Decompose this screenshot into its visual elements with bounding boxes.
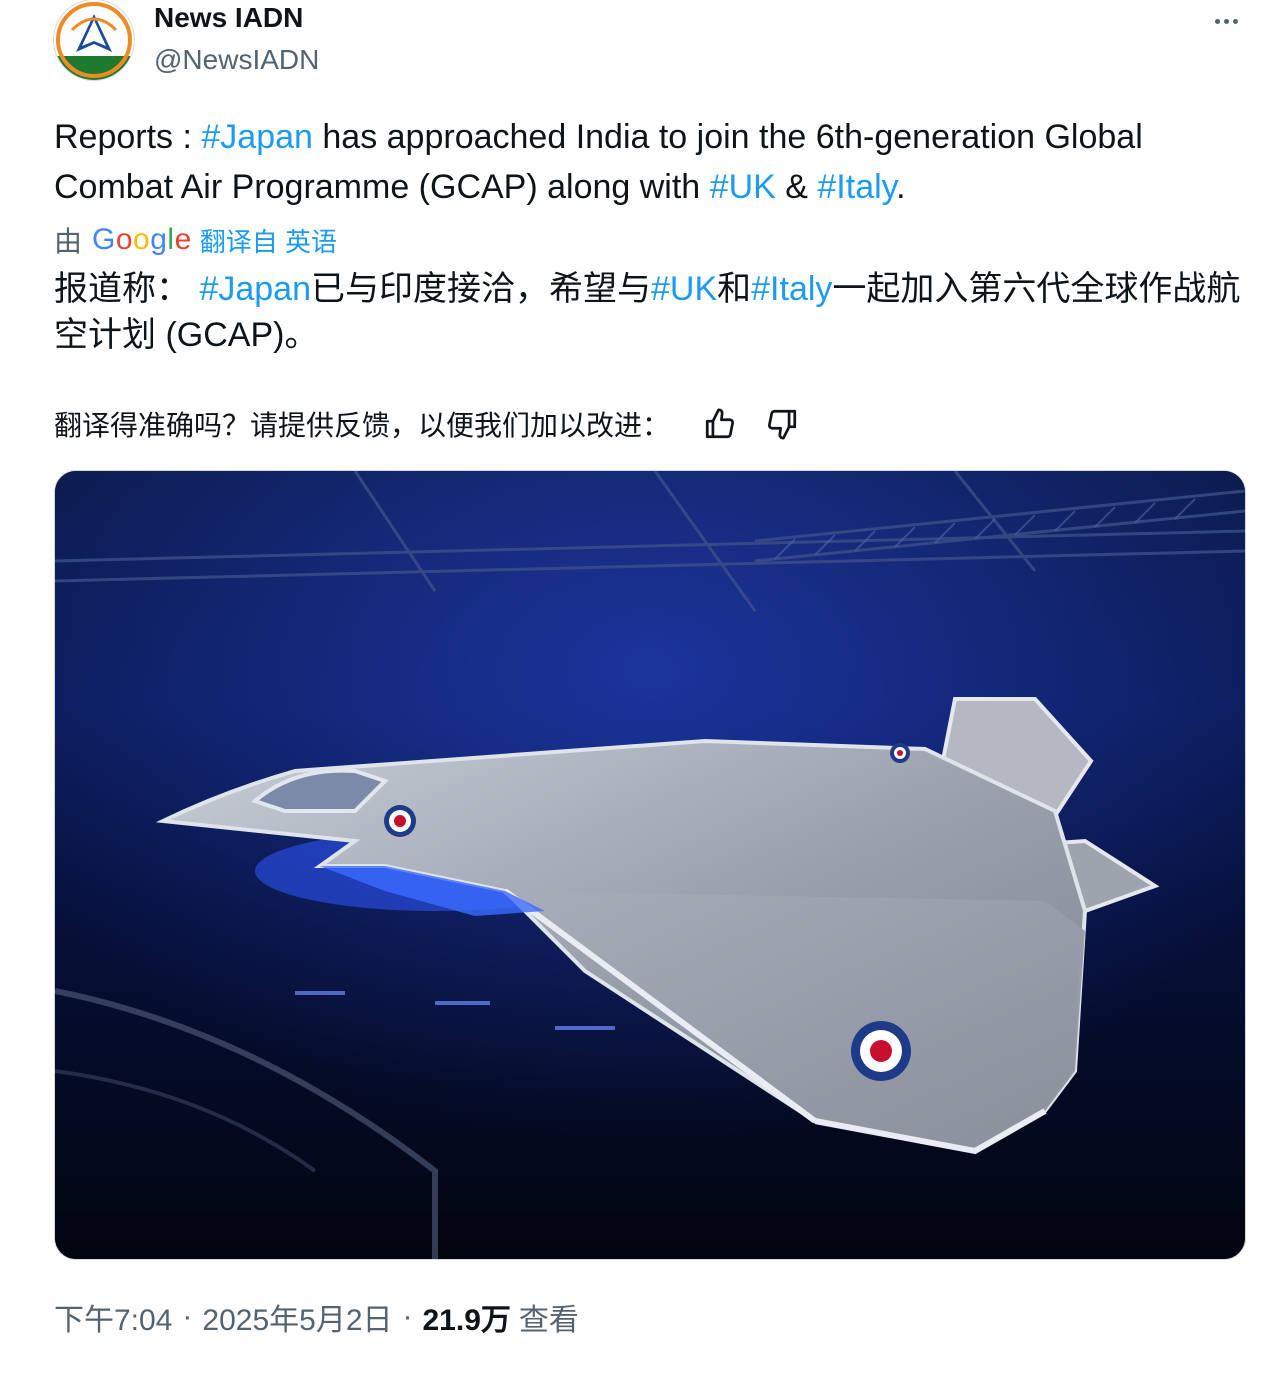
hashtag-uk[interactable]: #UK [710, 168, 776, 206]
translation-part: 和 [717, 270, 752, 308]
thumbs-up-button[interactable] [696, 400, 744, 448]
google-letter: l [167, 223, 175, 256]
feedback-prompt: 翻译得准确吗？请提供反馈，以便我们加以改进： [54, 410, 671, 441]
more-options-button[interactable] [1206, 6, 1246, 36]
author-handle[interactable]: @NewsIADN [154, 44, 319, 76]
google-letter: G [92, 223, 116, 256]
hashtag-japan[interactable]: #Japan [201, 118, 313, 156]
roundel-mark [384, 805, 416, 837]
tweet-text-part: . [896, 168, 906, 206]
google-letter: o [133, 223, 151, 256]
google-letter: e [174, 223, 192, 256]
tweet-date[interactable]: 2025年5月2日 [202, 1295, 392, 1339]
tweet-image[interactable] [54, 470, 1246, 1260]
iadn-logo [54, 0, 134, 80]
translation-feedback: 翻译得准确吗？请提供反馈，以便我们加以改进： [54, 400, 806, 448]
google-letter: o [115, 223, 134, 256]
translation-part: 报道称： [54, 270, 200, 308]
tweet-text: Reports : #Japan has approached India to… [54, 112, 1254, 212]
translated-from-link[interactable]: 翻译自 英语 [200, 222, 337, 259]
google-logo: Google [92, 223, 192, 257]
avatar[interactable] [54, 0, 134, 80]
author-name[interactable]: News IADN [154, 2, 303, 34]
hashtag-italy[interactable]: #Italy [751, 270, 832, 308]
translated-by-label: 由 [54, 226, 83, 257]
view-count: 21.9万 [422, 1304, 511, 1337]
hashtag-uk[interactable]: #UK [651, 270, 717, 308]
view-label: 查看 [518, 1304, 579, 1337]
thumbs-up-icon [705, 408, 735, 439]
tweet-meta: 下午7:04 · 2025年5月2日 · 21.9万 查看 [54, 1294, 579, 1340]
separator: · [182, 1300, 193, 1333]
tweet-text-part: Reports : [54, 118, 202, 156]
thumbs-down-icon [768, 409, 797, 440]
tweet-text-part: & [775, 168, 818, 206]
thumbs-down-button[interactable] [758, 400, 806, 448]
translated-text: 报道称： #Japan已与印度接洽，希望与#UK和#Italy一起加入第六代全球… [54, 266, 1254, 358]
tweet-time[interactable]: 下午7:04 [54, 1295, 172, 1339]
more-dot [1223, 18, 1229, 24]
google-letter: g [150, 223, 168, 256]
hashtag-japan[interactable]: #Japan [199, 270, 311, 308]
more-dot [1232, 18, 1238, 24]
fighter-jet-photo [55, 471, 1245, 1259]
translation-part: 已与印度接洽，希望与 [311, 270, 651, 308]
hashtag-italy[interactable]: #Italy [817, 168, 896, 206]
translated-by-bar: 由 Google 翻译自 英语 [54, 218, 337, 262]
separator: · [402, 1300, 413, 1333]
more-horizontal-icon [1214, 18, 1220, 24]
